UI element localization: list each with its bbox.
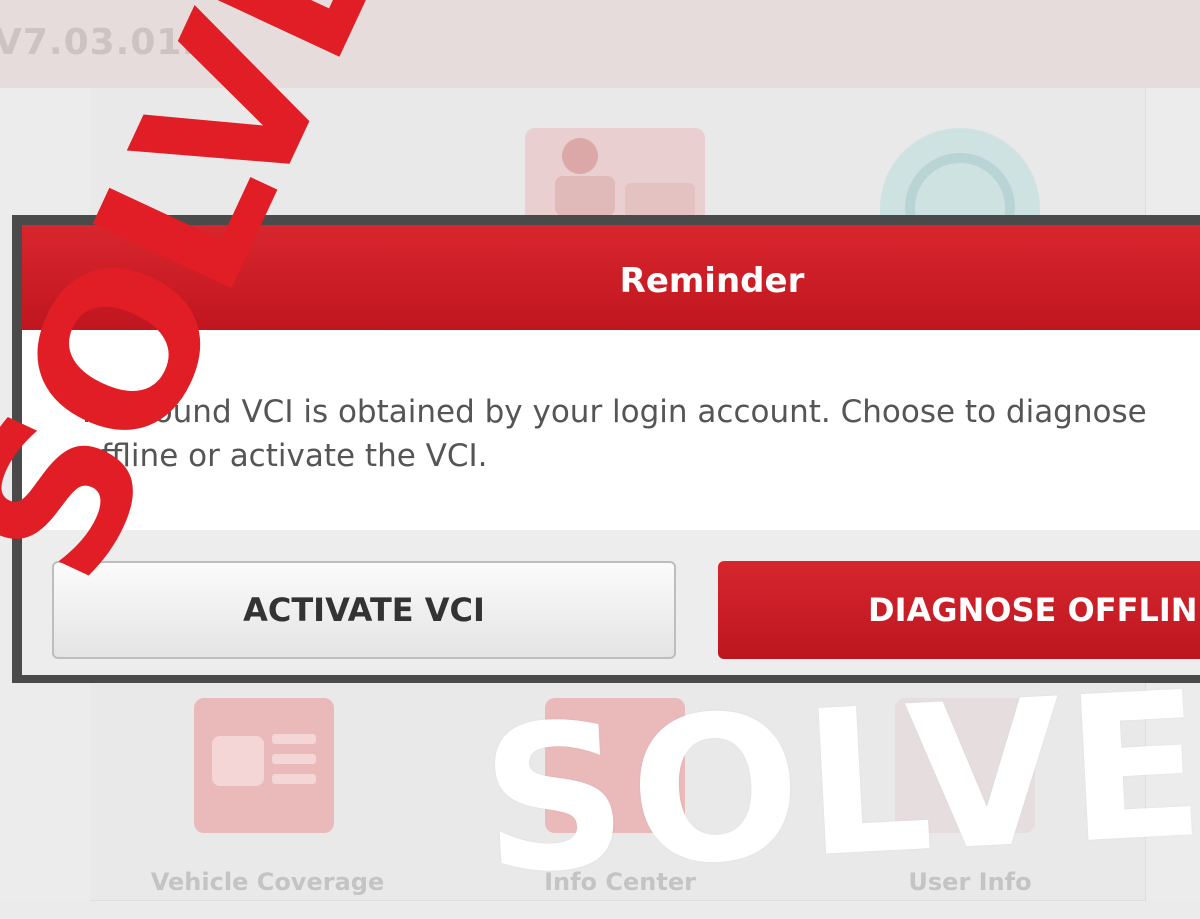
update-icon xyxy=(880,128,1040,263)
vehicle-coverage-icon xyxy=(194,698,334,833)
diagnose-offline-button[interactable]: DIAGNOSE OFFLINE xyxy=(718,561,1200,659)
tile-label-vehicle-coverage: Vehicle Coverage xyxy=(150,868,385,896)
solved-overlay-right: SOLVED xyxy=(476,639,1200,919)
dialog-message: No bound VCI is obtained by your login a… xyxy=(82,394,1147,474)
mechanic-icon xyxy=(525,128,705,223)
home-tile-mechanic[interactable] xyxy=(445,88,796,223)
home-tile-vehicle-coverage[interactable]: Vehicle Coverage xyxy=(90,683,446,901)
home-tile-update[interactable] xyxy=(795,88,1146,263)
